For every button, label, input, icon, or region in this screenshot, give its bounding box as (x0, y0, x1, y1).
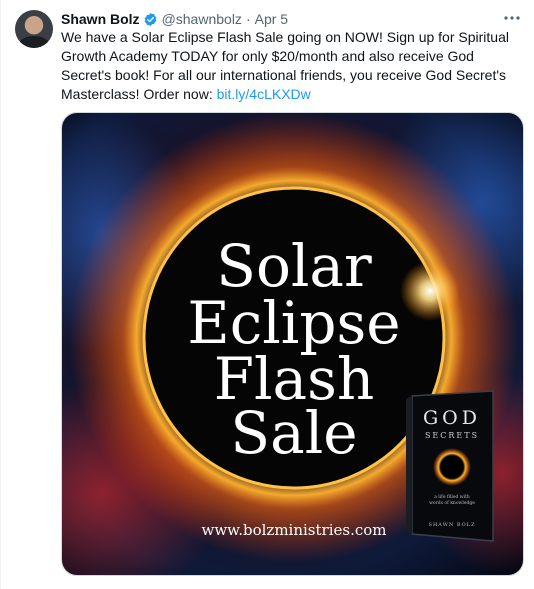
book-tagline-2: words of knowledge (429, 500, 475, 506)
verified-badge-icon (144, 12, 156, 26)
headline-line-4: Sale (230, 399, 357, 467)
book-title-top: GOD (423, 407, 481, 429)
more-options-button[interactable] (502, 8, 522, 28)
book-tagline-1: a life filled with (434, 494, 470, 500)
eclipse-flare (400, 261, 460, 321)
tweet-date[interactable]: Apr 5 (255, 11, 288, 27)
tweet-link[interactable]: bit.ly/4cLKXDw (217, 86, 311, 102)
avatar[interactable] (15, 10, 53, 48)
more-horizontal-icon (504, 16, 520, 20)
tweet-card[interactable]: Shawn Bolz @shawnbolz · Apr 5 We have a … (0, 0, 534, 589)
book-author: SHAWN BOLZ (429, 522, 476, 528)
book-title-bottom: SECRETS (425, 431, 479, 440)
tweet-header: Shawn Bolz @shawnbolz · Apr 5 (61, 10, 288, 28)
tweet-text: We have a Solar Eclipse Flash Sale going… (61, 28, 523, 104)
eclipse-promo-graphic: Solar Eclipse Flash Sale www.bolzministr… (62, 113, 523, 575)
avatar-shirt (19, 36, 49, 48)
author-handle[interactable]: @shawnbolz (162, 11, 242, 27)
book-cover: GOD SECRETS a life filled with words of … (406, 390, 494, 542)
author-name[interactable]: Shawn Bolz (61, 11, 140, 27)
tweet-media-image[interactable]: Solar Eclipse Flash Sale www.bolzministr… (61, 112, 524, 576)
website-url: www.bolzministries.com (201, 521, 386, 539)
separator-dot: · (245, 11, 251, 27)
book-eclipse-icon (433, 448, 471, 486)
